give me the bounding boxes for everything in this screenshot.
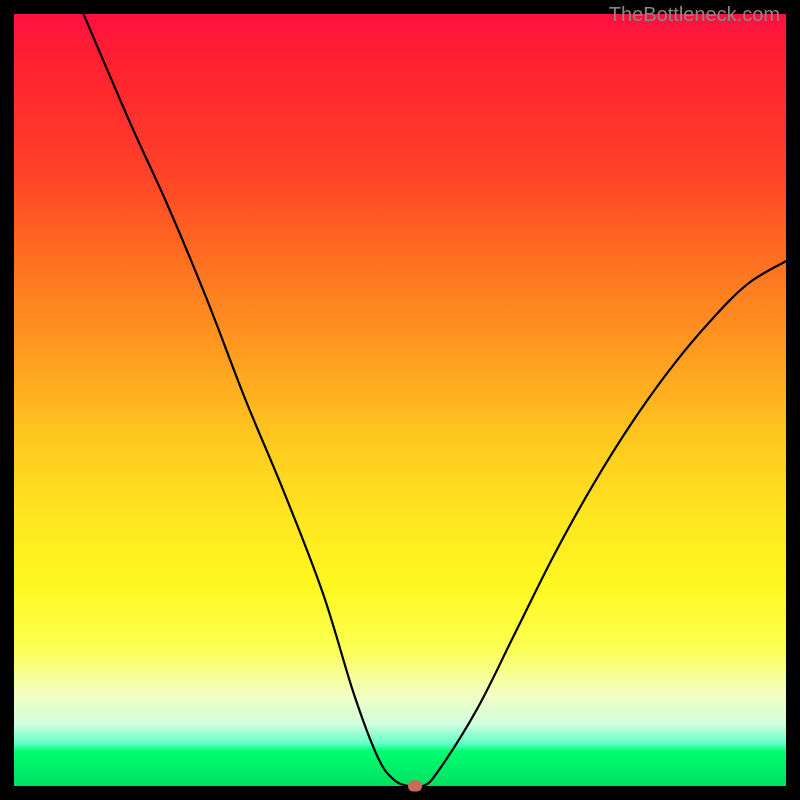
bottleneck-curve — [14, 14, 786, 786]
chart-plot-area — [14, 14, 786, 786]
optimal-point-marker — [408, 781, 422, 792]
watermark-text: TheBottleneck.com — [609, 4, 780, 27]
